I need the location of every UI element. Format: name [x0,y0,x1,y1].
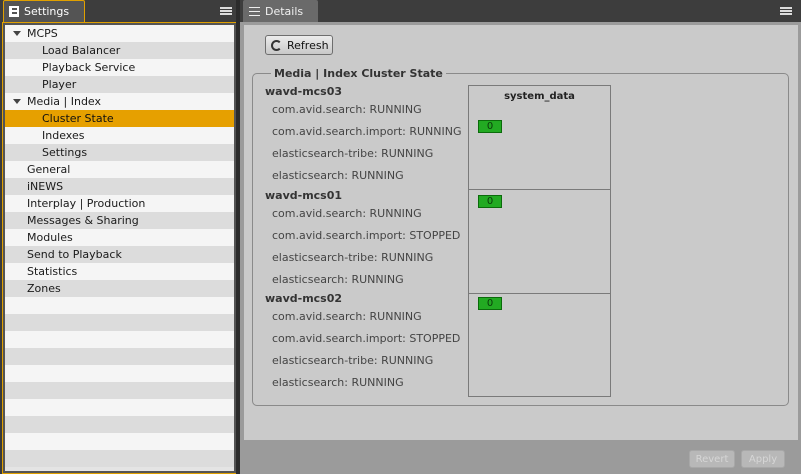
tree-item[interactable]: Messages & Sharing [5,212,234,229]
host-name: wavd-mcs03 [265,85,343,98]
tree-item-label: Send to Playback [27,248,122,261]
expand-arrow-icon[interactable] [13,99,21,104]
refresh-button[interactable]: Refresh [265,35,333,55]
tree-empty-row [5,382,234,399]
service-status: elasticsearch-tribe: RUNNING [272,251,434,264]
tree-item-label: Statistics [27,265,78,278]
settings-tab-bar: Settings [0,0,239,22]
tree-item-label: Settings [42,146,88,159]
tree-item[interactable]: MCPS [5,25,234,42]
service-status: com.avid.search: RUNNING [272,103,422,116]
tree-item-label: Player [42,78,77,91]
tree-empty-row [5,348,234,365]
tree-item-label: Zones [27,282,61,295]
status-badge[interactable]: 0 [478,195,502,208]
hamburger-menu-icon[interactable] [220,5,232,17]
host-name: wavd-mcs01 [265,189,343,202]
service-status: com.avid.search.import: STOPPED [272,332,461,345]
refresh-icon [271,39,282,51]
tree-item-label: Messages & Sharing [27,214,139,227]
tree-empty-row [5,331,234,348]
tree-item-label: iNEWS [27,180,64,193]
revert-button[interactable]: Revert [689,450,735,468]
tree-empty-row [5,433,234,450]
host-block: wavd-mcs03 com.avid.search: RUNNING com.… [265,85,461,187]
tree-item-label: Load Balancer [42,44,121,57]
tree-empty-row [5,365,234,382]
expand-arrow-icon[interactable] [13,31,21,36]
tree-item[interactable]: Interplay | Production [5,195,234,212]
tree-empty-row [5,450,234,467]
settings-tab-icon [9,6,19,17]
tree-item-label: Cluster State [42,112,114,125]
host-block: wavd-mcs02 com.avid.search: RUNNING com.… [265,292,460,394]
group-title: Media | Index Cluster State [271,67,446,80]
tab-details-label: Details [265,4,304,18]
tree-item[interactable]: Cluster State [5,110,234,127]
list-icon [249,6,260,16]
tree-item-label: Modules [27,231,73,244]
service-status: elasticsearch-tribe: RUNNING [272,354,434,367]
tree-item[interactable]: Settings [5,144,234,161]
details-content: Refresh Media | Index Cluster State wavd… [244,25,798,440]
tree-item[interactable]: Load Balancer [5,42,234,59]
tree-item-label: Indexes [42,129,85,142]
tree-empty-row [5,399,234,416]
status-cell: 0 [469,190,610,294]
details-tab-bar: Details [240,0,801,22]
tab-settings[interactable]: Settings [3,0,85,22]
service-status: elasticsearch: RUNNING [272,376,404,389]
tree-item[interactable]: Playback Service [5,59,234,76]
service-status: com.avid.search: RUNNING [272,207,422,220]
tree-item[interactable]: iNEWS [5,178,234,195]
tree-item[interactable]: Modules [5,229,234,246]
tree-item[interactable]: Zones [5,280,234,297]
tab-settings-label: Settings [24,5,70,18]
tree-item[interactable]: Statistics [5,263,234,280]
tree-item-label: MCPS [27,27,58,40]
tree-item-label: Playback Service [42,61,136,74]
host-name: wavd-mcs02 [265,292,343,305]
service-status: com.avid.search.import: STOPPED [272,229,461,242]
tab-details[interactable]: Details [243,0,318,22]
host-block: wavd-mcs01 com.avid.search: RUNNING com.… [265,189,460,291]
tree-item[interactable]: Player [5,76,234,93]
status-cell: 0 [469,86,610,190]
service-status: com.avid.search.import: RUNNING [272,125,462,138]
status-badge[interactable]: 0 [478,297,502,310]
tree-item-label: Interplay | Production [27,197,146,210]
settings-panel: Settings MCPS Load Balancer Playback Servi… [0,0,239,474]
tree-empty-row [5,416,234,433]
service-status: elasticsearch: RUNNING [272,273,404,286]
service-status: elasticsearch: RUNNING [272,169,404,182]
service-status: elasticsearch-tribe: RUNNING [272,147,434,160]
tree-item-label: Media | Index [27,95,102,108]
tree-empty-row [5,314,234,331]
tree-item-label: General [27,163,71,176]
refresh-button-label: Refresh [287,38,329,52]
tree-item[interactable]: Send to Playback [5,246,234,263]
details-panel: Details Refresh Media | Index Cluster St… [240,0,801,474]
tree-item[interactable]: General [5,161,234,178]
settings-tree: MCPS Load Balancer Playback Service Player M… [5,25,234,471]
settings-tree-frame: MCPS Load Balancer Playback Service Player M… [2,22,237,474]
tree-item[interactable]: Media | Index [5,93,234,110]
service-status: com.avid.search: RUNNING [272,310,422,323]
status-table: system_data 0 0 0 [468,85,611,397]
status-badge[interactable]: 0 [478,120,502,133]
status-cell: 0 [469,294,610,396]
hamburger-menu-icon[interactable] [780,5,792,17]
tree-empty-row [5,297,234,314]
cluster-state-group: Media | Index Cluster State wavd-mcs03 c… [252,67,789,406]
apply-button[interactable]: Apply [741,450,785,468]
tree-item[interactable]: Indexes [5,127,234,144]
